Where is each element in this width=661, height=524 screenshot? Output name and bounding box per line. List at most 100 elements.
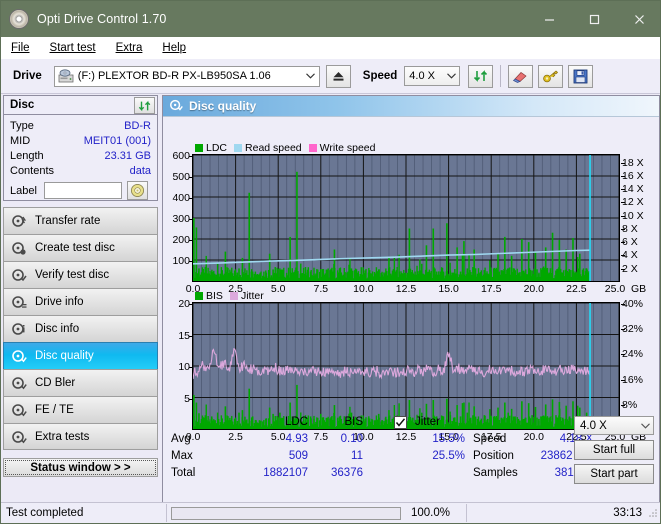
legend-entry: Jitter	[229, 290, 264, 302]
disc-refresh-button[interactable]	[134, 97, 155, 114]
legend-entry: Write speed	[308, 142, 376, 154]
speed-label: Speed	[362, 70, 398, 82]
x-axis-tick-label: 20.0	[523, 283, 545, 295]
menu-extra[interactable]: Extra	[106, 40, 153, 56]
status-window-label: Status window > >	[30, 461, 131, 474]
y-axis-right-tick-label: 40%	[622, 298, 644, 310]
sidebar-label-create-test-disc: Create test disc	[35, 242, 115, 254]
disc-label-input[interactable]	[44, 182, 122, 199]
drive-info-icon	[11, 294, 27, 310]
save-icon	[573, 69, 588, 83]
y-axis-tick	[189, 198, 193, 199]
y-axis-tick	[189, 177, 193, 178]
x-axis-tick-label: 15.0	[438, 283, 459, 295]
y-axis-right-tick	[621, 202, 625, 204]
y-axis-tick	[189, 219, 193, 220]
y-axis-tick-label: 100	[172, 255, 190, 267]
jitter-checkbox[interactable]	[394, 416, 407, 429]
test-speed-select[interactable]: 4.0 X	[574, 416, 654, 435]
close-icon[interactable]	[617, 1, 660, 37]
maximize-icon[interactable]	[572, 1, 617, 37]
x-axis-tick-label: 25.0	[604, 283, 626, 295]
sidebar-item-cd-bler[interactable]: CD Bler	[3, 369, 158, 396]
sidebar-item-disc-quality[interactable]: Disc quality	[3, 342, 158, 369]
bis-total-value: 36376	[331, 467, 363, 479]
disc-length-value: 23.31 GB	[104, 150, 151, 162]
disc-row-type: Type BD-R	[10, 119, 151, 134]
legend-swatch	[195, 291, 203, 300]
sidebar-label-verify-test-disc: Verify test disc	[35, 269, 110, 281]
save-button[interactable]	[568, 64, 594, 88]
y-axis-right-tick	[621, 304, 625, 305]
y-axis-right-tick	[621, 189, 625, 191]
legend-entry: BIS	[195, 290, 223, 302]
refresh-icon	[473, 70, 487, 82]
menu-file-label: File	[11, 42, 30, 54]
chevron-down-icon[interactable]	[303, 73, 319, 79]
sidebar-item-create-test-disc[interactable]: Create test disc	[3, 234, 158, 261]
legend-swatch	[195, 143, 203, 152]
y-axis-tick-label: 500	[172, 171, 190, 183]
window-controls	[527, 1, 660, 37]
y-axis-right-tick	[621, 255, 625, 257]
y-axis-tick	[189, 367, 193, 368]
eject-icon	[333, 71, 344, 81]
sidebar-item-disc-info[interactable]: Disc info	[3, 315, 158, 342]
refresh-button[interactable]	[468, 64, 494, 88]
y-axis-right-tick-label: 16 X	[622, 169, 644, 182]
menu-start-test[interactable]: Start test	[40, 40, 106, 56]
legend-swatch	[308, 143, 317, 152]
menu-bar: File Start test Extra Help	[1, 37, 660, 60]
verify-disc-icon	[11, 267, 27, 283]
y-axis-right-tick-label: 32%	[622, 323, 644, 336]
start-full-button[interactable]: Start full	[574, 440, 654, 460]
sidebar-label-transfer-rate: Transfer rate	[35, 215, 101, 227]
minimize-icon[interactable]	[527, 1, 572, 37]
legend-label: Read speed	[245, 141, 302, 154]
key-button[interactable]	[538, 64, 564, 88]
resize-grip[interactable]	[648, 508, 658, 521]
drive-value: (F:) PLEXTOR BD-R PX-LB950SA 1.06	[77, 70, 271, 82]
speed-select[interactable]: 4.0 X	[404, 66, 461, 86]
status-window-button[interactable]: Status window > >	[3, 458, 158, 477]
sidebar-item-extra-tests[interactable]: Extra tests	[3, 423, 158, 450]
y-axis-tick	[189, 261, 193, 262]
disc-mid-value: MEIT01 (001)	[83, 135, 151, 147]
statistics-panel: LDC BIS Avg Max Total 4.93 509 1882107 0…	[163, 414, 659, 486]
y-axis-right-tick	[621, 329, 625, 331]
bis-avg-value: 0.10	[340, 433, 363, 445]
drive-toolbar: Drive (F:) PLEXTOR BD-R PX-LB950SA 1.06	[1, 59, 660, 94]
menu-help[interactable]: Help	[152, 40, 196, 56]
sidebar-item-fe-te[interactable]: FE / TE	[3, 396, 158, 423]
speed-value: 4.0 X	[409, 70, 435, 82]
chevron-down-icon[interactable]	[443, 73, 459, 79]
optical-drive-icon	[58, 69, 74, 83]
disc-label-row: Label	[10, 181, 151, 200]
title-bar: Opti Drive Control 1.70	[1, 1, 660, 37]
legend-swatch	[234, 143, 243, 152]
menu-file[interactable]: File	[1, 40, 40, 56]
create-disc-icon	[11, 240, 27, 256]
app-window: Opti Drive Control 1.70 File Start test …	[0, 0, 661, 524]
sidebar-item-drive-info[interactable]: Drive info	[3, 288, 158, 315]
app-disc-icon	[9, 9, 29, 29]
y-axis-right-tick-label: 16%	[622, 373, 644, 386]
sidebar-item-transfer-rate[interactable]: Transfer rate	[3, 207, 158, 234]
disc-label-button[interactable]	[127, 181, 148, 200]
eraser-icon	[513, 72, 527, 83]
disc-quality-panel: Disc quality LDC Read speed Write speed 100…	[162, 95, 660, 505]
jitter-avg-value: 15.5%	[432, 433, 465, 445]
chevron-down-icon[interactable]	[637, 422, 653, 429]
disc-info-box: Type BD-R MID MEIT01 (001) Length 23.31 …	[3, 115, 158, 201]
x-axis-tick-label: 17.5	[480, 283, 502, 295]
sidebar-item-verify-test-disc[interactable]: Verify test disc	[3, 261, 158, 288]
y-axis-tick	[189, 335, 193, 337]
eject-button[interactable]	[325, 64, 351, 88]
status-message: Test completed	[1, 504, 167, 522]
legend-label: BIS	[206, 289, 223, 302]
test-speed-value: 4.0 X	[580, 419, 607, 432]
x-axis-tick-label: 7.5	[313, 283, 329, 295]
drive-select[interactable]: (F:) PLEXTOR BD-R PX-LB950SA 1.06	[53, 65, 320, 87]
start-part-button[interactable]: Start part	[574, 464, 654, 484]
erase-button[interactable]	[508, 64, 534, 88]
